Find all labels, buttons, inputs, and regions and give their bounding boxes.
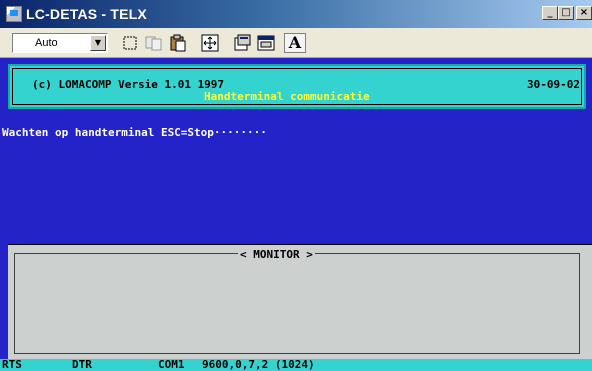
header-box: (c) LOMACOMP Versie 1.01 1997 30-09-02 H… bbox=[8, 64, 586, 109]
status-rts: RTS bbox=[2, 358, 22, 371]
font-size-select[interactable]: Auto ▼ bbox=[12, 32, 108, 53]
status-params: 9600,0,7,2 (1024) bbox=[202, 358, 315, 371]
maximize-button[interactable]: □ bbox=[558, 6, 574, 20]
app-icon[interactable] bbox=[6, 6, 22, 22]
window-controls: _ □ × bbox=[542, 6, 592, 20]
terminal-screen[interactable]: (c) LOMACOMP Versie 1.01 1997 30-09-02 H… bbox=[0, 58, 592, 371]
chevron-down-icon[interactable]: ▼ bbox=[90, 34, 106, 51]
toolbar: Auto ▼ A bbox=[0, 28, 592, 58]
select-icon[interactable] bbox=[120, 33, 140, 53]
header-copyright: (c) LOMACOMP Versie 1.01 1997 bbox=[32, 78, 225, 91]
close-button[interactable]: × bbox=[576, 6, 592, 20]
title-bar[interactable]: LC-DETAS - TELX _ □ × bbox=[0, 0, 592, 28]
font-icon[interactable]: A bbox=[284, 32, 306, 53]
fullscreen-icon[interactable] bbox=[200, 33, 220, 53]
paste-icon[interactable] bbox=[168, 33, 188, 53]
monitor-frame bbox=[14, 253, 580, 354]
copy-icon[interactable] bbox=[144, 33, 164, 53]
monitor-title: < MONITOR > bbox=[238, 248, 315, 261]
status-dtr: DTR bbox=[72, 358, 92, 371]
wait-message: Wachten op handterminal ESC=Stop········ bbox=[2, 126, 267, 139]
font-size-value: Auto bbox=[35, 36, 58, 49]
status-port: COM1 bbox=[158, 358, 185, 371]
minimize-button[interactable]: _ bbox=[542, 6, 558, 20]
header-subtitle: Handterminal communicatie bbox=[204, 90, 370, 103]
monitor-panel: < MONITOR > bbox=[8, 244, 592, 359]
status-bar: RTS DTR COM1 9600,0,7,2 (1024) bbox=[0, 359, 592, 371]
properties-icon[interactable] bbox=[232, 33, 252, 53]
window-title: LC-DETAS - TELX bbox=[26, 6, 147, 22]
background-icon[interactable] bbox=[256, 33, 276, 53]
header-date: 30-09-02 bbox=[527, 78, 580, 91]
